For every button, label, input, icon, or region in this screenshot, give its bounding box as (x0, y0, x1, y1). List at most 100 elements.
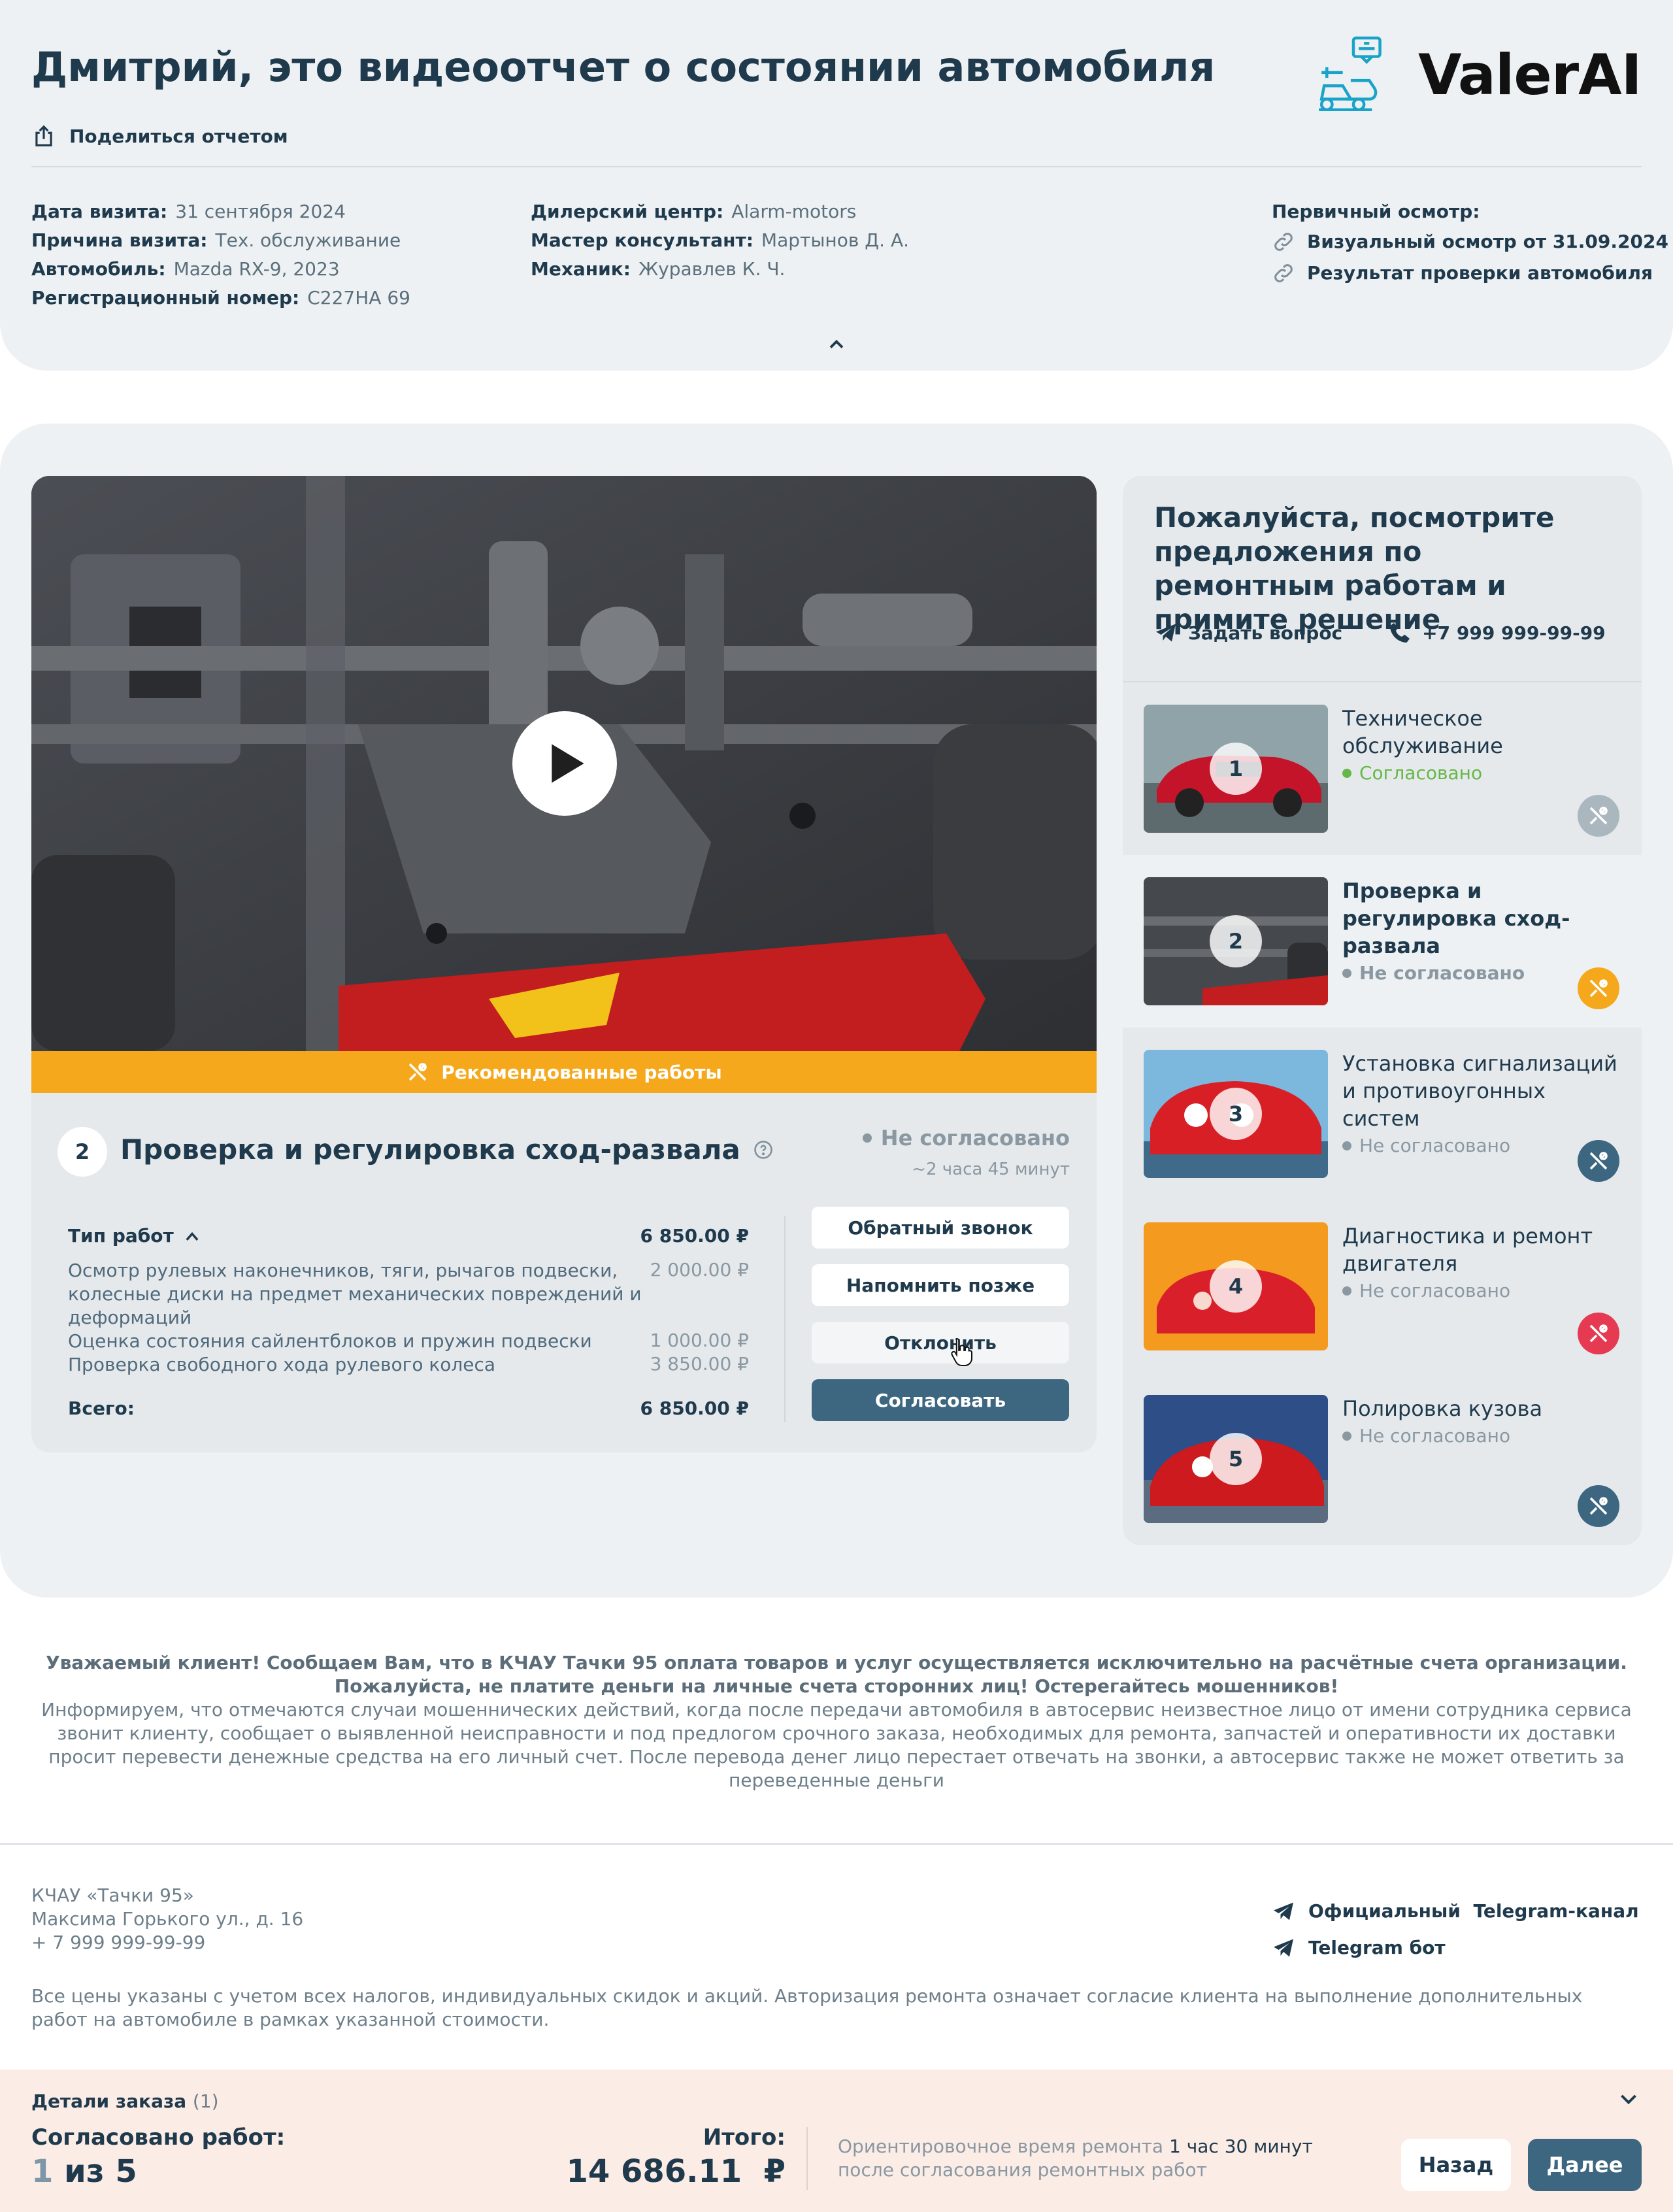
offer-item-5[interactable]: 5 Полировка кузова Не согласовано (1123, 1373, 1642, 1545)
offer-item-2[interactable]: 2 Проверка и регулировка сход-развала Не… (1123, 855, 1642, 1028)
car-value: Mazda RX-9, 2023 (173, 258, 340, 280)
ask-question-label: Задать вопрос (1188, 622, 1343, 644)
company-phone: + 7 999 999-99-99 (31, 1932, 206, 1953)
share-report-label: Поделиться отчетом (69, 125, 288, 147)
status-dot (1342, 1431, 1351, 1441)
offer-item-1[interactable]: 1 Техническое обслуживание Согласовано (1123, 682, 1642, 855)
status-dot (1342, 1141, 1351, 1150)
offer-status-text: Не согласовано (1359, 1135, 1511, 1156)
phone-icon (1390, 623, 1410, 643)
offer-status-text: Согласовано (1359, 762, 1483, 784)
tools-icon (408, 1063, 427, 1081)
check-result-link[interactable]: Результат проверки автомобиля (1272, 259, 1668, 288)
offer-number: 4 (1210, 1260, 1262, 1313)
offer-thumbnail: 3 (1144, 1050, 1328, 1178)
staff-info: Дилерский центр: Alarm-motors Мастер конс… (531, 197, 909, 284)
visit-reason-label: Причина визита: (31, 229, 208, 251)
dealer-label: Дилерский центр: (531, 201, 724, 222)
telegram-channel-label: Официальный Telegram-канал (1308, 1900, 1639, 1922)
offer-status: Не согласовано (1342, 1280, 1510, 1301)
callback-button[interactable]: Обратный звонок (812, 1207, 1069, 1248)
primary-inspection: Первичный осмотр: Визуальный осмотр от 3… (1272, 197, 1668, 288)
chevron-down-icon[interactable] (1617, 2090, 1640, 2109)
price-disclaimer: Все цены указаны с учетом всех налогов, … (31, 1985, 1583, 2030)
visual-inspection-label: Визуальный осмотр от 31.09.2024 (1307, 231, 1668, 252)
job-divider (784, 1216, 786, 1422)
play-button[interactable] (512, 711, 617, 816)
offer-status: Согласовано (1342, 762, 1482, 784)
phone-link[interactable]: +7 999 999-99-99 (1388, 621, 1606, 645)
mechanic-label: Механик: (531, 258, 631, 280)
offer-item-4[interactable]: 4 Диагностика и ремонт двигателя Не согл… (1123, 1200, 1642, 1373)
company-name: КЧАУ «Тачки 95» (31, 1885, 194, 1906)
recommended-works-label: Рекомендованные работы (441, 1061, 722, 1083)
company-address: Максима Горького ул., д. 16 (31, 1908, 304, 1930)
grand-total-label: Итого: (703, 2124, 786, 2151)
check-result-label: Результат проверки автомобиля (1307, 262, 1653, 284)
car-service-logo-icon (1319, 36, 1382, 112)
status-dot (1342, 968, 1351, 978)
remind-later-button[interactable]: Напомнить позже (812, 1264, 1069, 1306)
offers-heading: Пожалуйста, посмотрите предложения по ре… (1154, 501, 1555, 635)
tools-badge (1578, 1485, 1619, 1527)
job-title: Проверка и регулировка сход-развала (120, 1133, 773, 1165)
share-icon (35, 125, 52, 146)
offer-name: Установка сигнализаций и противоугонных … (1342, 1051, 1617, 1131)
telegram-bot-label: Telegram бот (1308, 1937, 1446, 1958)
job-status: Не согласовано ~2 часа 45 минут (862, 1126, 1070, 1179)
tools-icon (1589, 807, 1608, 825)
link-icon (1274, 264, 1293, 282)
offer-status-text: Не согласовано (1359, 962, 1525, 984)
ask-question-button[interactable]: Задать вопрос (1154, 621, 1342, 645)
next-button[interactable]: Далее (1528, 2139, 1642, 2191)
phone-label: +7 999 999-99-99 (1422, 622, 1606, 644)
chevron-up-icon[interactable] (825, 335, 848, 354)
fraud-notice: Уважаемый клиент! Сообщаем Вам, что в КЧ… (31, 1651, 1642, 1792)
offer-item-3[interactable]: 3 Установка сигнализаций и противоугонны… (1123, 1028, 1642, 1200)
eta-suffix: после согласования ремонтных работ (838, 2159, 1207, 2181)
offer-name: Проверка и регулировка сход-развала (1342, 879, 1570, 958)
order-details-count: (1) (192, 2090, 219, 2112)
contact-links: Задать вопрос +7 999 999-99-99 (1154, 621, 1606, 645)
plate-label: Регистрационный номер: (31, 287, 300, 309)
status-dot (1342, 1286, 1351, 1296)
offer-thumbnail: 4 (1144, 1222, 1328, 1350)
order-details-toggle[interactable]: Детали заказа (1) (31, 2090, 219, 2112)
offer-status: Не согласовано (1342, 1425, 1510, 1447)
tools-badge (1578, 1140, 1619, 1182)
reject-button[interactable]: Отклонить (812, 1322, 1069, 1364)
telegram-bot-link[interactable]: Telegram бот (1272, 1930, 1639, 1966)
telegram-channel-link[interactable]: Официальный Telegram-канал (1272, 1893, 1639, 1930)
work-item-name: Проверка свободного хода рулевого колеса (68, 1354, 496, 1375)
work-item-name: Оценка состояния сайлентблоков и пружин … (68, 1330, 592, 1352)
work-type-toggle[interactable]: Тип работ (68, 1225, 201, 1247)
help-icon[interactable] (754, 1140, 773, 1160)
telegram-icon (1274, 1939, 1293, 1957)
work-item-price: 3 850.00 ₽ (650, 1353, 749, 1375)
recommended-works-bar: Рекомендованные работы (31, 1051, 1097, 1093)
work-type-total: 6 850.00 ₽ (640, 1225, 749, 1247)
tools-icon (1589, 1324, 1608, 1343)
fraud-notice-text: Информируем, что отмечаются случаи мошен… (41, 1699, 1632, 1791)
share-report-button[interactable]: Поделиться отчетом (31, 123, 288, 149)
visual-inspection-link[interactable]: Визуальный осмотр от 31.09.2024 (1272, 227, 1668, 256)
agree-button[interactable]: Согласовать (812, 1379, 1069, 1421)
total-label: Всего: (68, 1398, 135, 1419)
tools-badge (1578, 795, 1619, 837)
header-divider (31, 166, 1642, 167)
car-label: Автомобиль: (31, 258, 166, 280)
agreed-done: 1 (31, 2153, 54, 2190)
telegram-icon (1156, 624, 1176, 642)
agreed-works-label: Согласовано работ: (31, 2124, 286, 2151)
offer-status: Не согласовано (1342, 1135, 1510, 1156)
visit-date-value: 31 сентября 2024 (175, 201, 346, 222)
logo-text: ValerAI (1418, 42, 1642, 108)
total-value: 6 850.00 ₽ (640, 1398, 749, 1419)
job-status-text: Не согласовано (880, 1126, 1070, 1150)
tools-icon (1589, 979, 1608, 997)
job-title-text: Проверка и регулировка сход-развала (120, 1133, 740, 1165)
eta-prefix: Ориентировочное время ремонта (838, 2136, 1164, 2157)
work-items-list: Осмотр рулевых наконечников, тяги, рычаг… (68, 1259, 643, 1377)
back-button[interactable]: Назад (1401, 2139, 1511, 2191)
offer-status-text: Не согласовано (1359, 1280, 1511, 1301)
